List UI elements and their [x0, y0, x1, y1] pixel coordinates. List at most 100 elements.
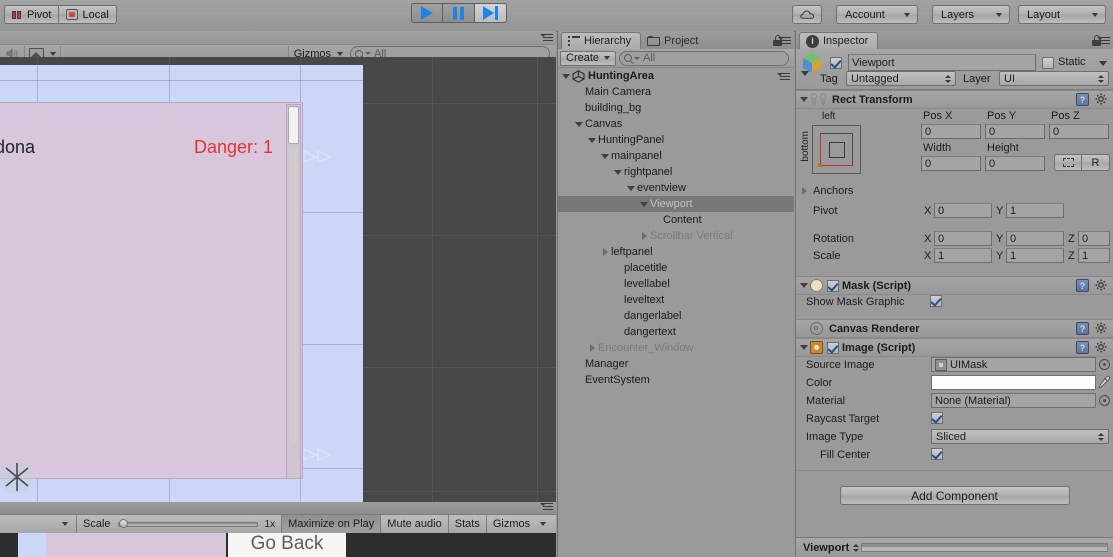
pivot-x-input[interactable]: 0 [934, 203, 992, 218]
eyedropper-icon[interactable] [1098, 375, 1111, 389]
tab-hierarchy[interactable]: Hierarchy [561, 32, 642, 49]
hierarchy-item-scrollbar-vertical[interactable]: Scrollbar Vertical [558, 228, 794, 244]
game-gizmos-button[interactable]: Gizmos [487, 515, 536, 533]
foldout-icon[interactable] [612, 166, 624, 178]
slider-handle[interactable] [118, 518, 128, 528]
static-dropdown-icon[interactable] [1099, 61, 1107, 66]
hierarchy-item-main-camera[interactable]: Main Camera [558, 84, 794, 100]
cloud-services-button[interactable] [792, 5, 822, 24]
pause-button[interactable] [443, 3, 475, 23]
hierarchy-item-encounter-window[interactable]: Encounter_Window [558, 340, 794, 356]
material-picker[interactable] [1099, 395, 1110, 406]
blueprint-mode-button[interactable] [1054, 154, 1082, 171]
step-button[interactable] [475, 3, 507, 23]
static-checkbox[interactable] [1042, 57, 1054, 69]
hierarchy-item-placetitle[interactable]: placetitle [558, 260, 794, 276]
rect-transform-header[interactable]: Rect Transform ? [796, 90, 1113, 109]
rotation-y-input[interactable]: 0 [1006, 231, 1064, 246]
raw-edit-button[interactable]: R [1082, 154, 1110, 171]
scale-slider-group[interactable]: Scale 1x [77, 515, 281, 533]
inspector-options-menu[interactable] [1097, 36, 1110, 48]
foldout-icon[interactable] [625, 182, 637, 194]
hierarchy-item-huntingpanel[interactable]: HuntingPanel [558, 132, 794, 148]
maximize-on-play-button[interactable]: Maximize on Play [282, 515, 381, 533]
gear-icon[interactable] [1095, 341, 1108, 354]
hierarchy-item-levellabel[interactable]: levellabel [558, 276, 794, 292]
foldout-icon[interactable] [638, 198, 650, 210]
mute-audio-button[interactable]: Mute audio [381, 515, 447, 533]
create-dropdown[interactable]: Create [560, 50, 617, 66]
help-icon[interactable]: ? [1076, 93, 1089, 106]
hierarchy-item-huntingarea[interactable]: HuntingArea [558, 68, 794, 84]
source-image-objectfield[interactable]: UIMask [931, 357, 1096, 372]
rotation-z-input[interactable]: 0 [1078, 231, 1110, 246]
stats-button[interactable]: Stats [449, 515, 486, 533]
pos-z-input[interactable]: 0 [1049, 124, 1109, 139]
gear-icon[interactable] [1095, 93, 1108, 106]
game-view-options-menu[interactable] [540, 502, 553, 514]
hierarchy-item-canvas[interactable]: Canvas [558, 116, 794, 132]
scale-slider[interactable] [117, 518, 258, 528]
hierarchy-item-leveltext[interactable]: leveltext [558, 292, 794, 308]
foldout-icon[interactable] [798, 280, 810, 292]
height-input[interactable]: 0 [985, 156, 1045, 171]
layout-dropdown[interactable]: Layout [1018, 5, 1106, 24]
hierarchy-options-menu[interactable] [778, 36, 791, 48]
pos-y-input[interactable]: 0 [985, 124, 1045, 139]
tab-project[interactable]: Project [641, 32, 707, 49]
add-component-button[interactable]: Add Component [839, 486, 1070, 505]
pivot-handle-gizmo[interactable] [0, 460, 34, 494]
hierarchy-item-leftpanel[interactable]: leftpanel [558, 244, 794, 260]
hierarchy-item-manager[interactable]: Manager [558, 356, 794, 372]
game-viewport[interactable]: Go Back [0, 533, 556, 557]
foldout-icon[interactable] [798, 94, 810, 106]
mask-enabled-checkbox[interactable] [827, 279, 839, 292]
hierarchy-item-mainpanel[interactable]: mainpanel [558, 148, 794, 164]
show-mask-graphic-checkbox[interactable] [930, 295, 942, 307]
pivot-y-input[interactable]: 1 [1006, 203, 1064, 218]
width-input[interactable]: 0 [921, 156, 981, 171]
scrollbar-vertical[interactable] [286, 104, 301, 479]
foldout-icon[interactable] [599, 150, 611, 162]
help-icon[interactable]: ? [1076, 341, 1089, 354]
material-objectfield[interactable]: None (Material) [931, 393, 1096, 408]
foldout-icon[interactable] [798, 323, 810, 335]
game-gizmos-dropdown[interactable] [536, 515, 550, 533]
scrollbar-track[interactable] [289, 147, 298, 443]
image-enabled-checkbox[interactable] [827, 341, 839, 354]
raycast-target-checkbox[interactable] [931, 412, 943, 424]
foldout-icon[interactable] [573, 118, 585, 130]
hierarchy-item-eventsystem[interactable]: EventSystem [558, 372, 794, 388]
foldout-icon[interactable] [599, 246, 611, 258]
canvas-renderer-header[interactable]: Canvas Renderer ? [796, 319, 1113, 338]
updown-icon[interactable] [853, 543, 860, 552]
gear-icon[interactable] [1095, 279, 1108, 292]
tag-dropdown[interactable]: Untagged [846, 71, 956, 86]
source-image-picker[interactable] [1099, 359, 1110, 370]
scale-x-input[interactable]: 1 [934, 248, 992, 263]
aspect-dropdown[interactable] [0, 515, 76, 533]
rotation-x-input[interactable]: 0 [934, 231, 992, 246]
hierarchy-item-dangertext[interactable]: dangertext [558, 324, 794, 340]
hierarchy-item-eventview[interactable]: eventview [558, 180, 794, 196]
tab-inspector[interactable]: i Inspector [799, 32, 879, 49]
hierarchy-item-dangerlabel[interactable]: dangerlabel [558, 308, 794, 324]
foldout-icon[interactable] [586, 134, 598, 146]
help-icon[interactable]: ? [1076, 279, 1089, 292]
footer-resize-bar[interactable] [861, 543, 1108, 552]
play-button[interactable] [411, 3, 443, 23]
local-toggle-button[interactable]: Local [59, 5, 117, 24]
layers-dropdown[interactable]: Layers [932, 5, 1010, 24]
scene-handle-gizmo[interactable] [303, 447, 331, 462]
hierarchy-tree[interactable]: HuntingArea Main Camera building_bg Canvas H… [558, 68, 794, 557]
hierarchy-item-content[interactable]: Content [558, 212, 794, 228]
scale-y-input[interactable]: 1 [1006, 248, 1064, 263]
image-component-header[interactable]: Image (Script) ? [796, 338, 1113, 357]
anchors-foldout-icon[interactable] [798, 185, 810, 197]
hierarchy-item-rightpanel[interactable]: rightpanel [558, 164, 794, 180]
help-icon[interactable]: ? [1076, 322, 1089, 335]
gameobject-enabled-checkbox[interactable] [830, 57, 842, 69]
go-back-button[interactable]: Go Back [228, 533, 346, 555]
account-dropdown[interactable]: Account [836, 5, 918, 24]
scene-context-menu[interactable] [777, 72, 790, 84]
